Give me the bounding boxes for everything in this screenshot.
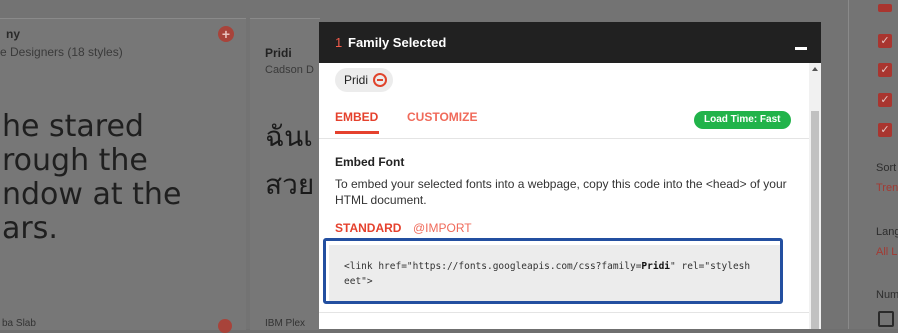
divider <box>319 312 809 313</box>
chip-label: Pridi <box>344 73 369 87</box>
number-of-styles-label: Num <box>876 289 898 301</box>
tab-customize[interactable]: CUSTOMIZE <box>407 110 477 124</box>
selected-count: 1 <box>335 35 343 50</box>
next-font-card-title: ba Slab <box>2 318 36 329</box>
next-add-family-button[interactable] <box>218 319 232 333</box>
ibm-plex-card-title: IBM Plex <box>265 318 306 329</box>
category-checkbox[interactable]: ✓ <box>878 93 892 107</box>
subtab-import[interactable]: @IMPORT <box>413 221 472 235</box>
scroll-up-arrow-icon[interactable] <box>812 67 818 71</box>
drawer-header[interactable]: 1 Family Selected <box>319 22 821 63</box>
category-checkbox[interactable]: ✓ <box>878 34 892 48</box>
selected-family-chip[interactable]: Pridi <box>335 68 394 92</box>
font-sample-text: he stared rough the ndow at the ars. <box>2 109 182 246</box>
pridi-card-designer: Cadson D <box>265 64 314 76</box>
divider <box>319 138 809 139</box>
sort-label: Sort <box>876 162 897 174</box>
load-time-badge: Load Time: Fast <box>694 111 791 129</box>
category-checkbox[interactable]: ✓ <box>878 123 892 137</box>
category-checkbox[interactable]: ✓ <box>878 63 892 77</box>
remove-family-icon[interactable] <box>373 73 388 87</box>
embed-font-heading: Embed Font <box>335 155 405 169</box>
language-dropdown[interactable]: All L <box>876 246 898 258</box>
font-card-designer: e Designers (18 styles) <box>0 45 123 59</box>
drawer-title: Family Selected <box>348 35 447 50</box>
embed-description: To embed your selected fonts into a webp… <box>335 177 787 207</box>
tab-embed[interactable]: EMBED <box>335 110 378 124</box>
sort-dropdown[interactable]: Tren <box>876 182 898 194</box>
pridi-sample-text: ฉันเ สวย <box>265 120 315 201</box>
category-checkbox[interactable] <box>878 4 892 12</box>
active-tab-indicator <box>335 131 379 134</box>
add-family-button[interactable]: + <box>218 26 234 42</box>
number-of-styles-checkbox[interactable] <box>878 311 894 327</box>
minimize-icon[interactable] <box>795 36 808 50</box>
scrollbar-thumb[interactable] <box>811 111 819 329</box>
pridi-card-title: Pridi <box>265 46 292 60</box>
subtab-standard[interactable]: STANDARD <box>335 221 401 235</box>
code-highlight-frame <box>323 238 783 304</box>
language-label: Lang <box>876 226 898 238</box>
font-card-title: ny <box>6 27 21 41</box>
